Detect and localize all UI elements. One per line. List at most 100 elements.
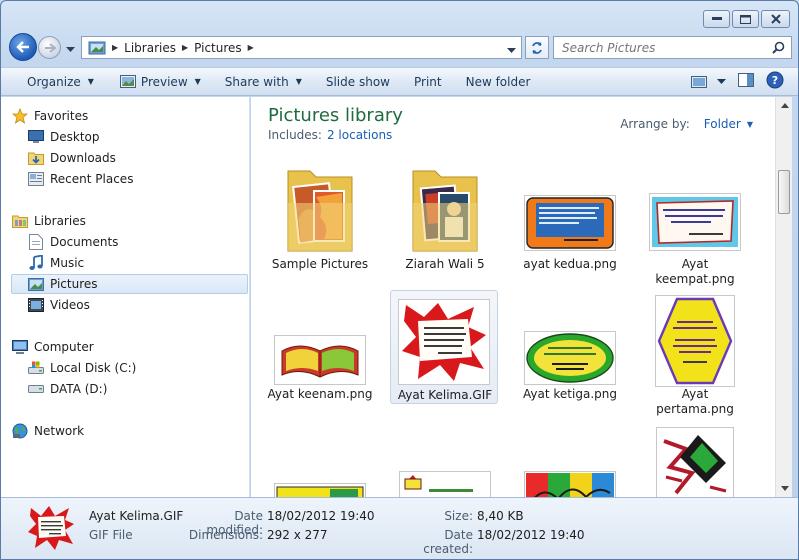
file-name: ayat kedua.png <box>523 257 617 271</box>
arrange-by-label: Arrange by: <box>620 117 690 131</box>
file-item[interactable]: Ayat keenam.png <box>266 291 374 413</box>
nav-music-label: Music <box>50 256 85 270</box>
new-folder-button[interactable]: New folder <box>456 70 541 93</box>
computer-icon <box>11 339 29 355</box>
breadcrumb-separator[interactable]: ▶ <box>112 43 118 52</box>
details-pane: Ayat Kelima.GIF GIF File Date modified: … <box>1 497 798 559</box>
share-with-button[interactable]: Share with ▼ <box>215 70 312 93</box>
file-item[interactable]: Ayat pertama.png <box>641 291 749 421</box>
change-view-button[interactable] <box>691 75 726 88</box>
nav-data-disk[interactable]: DATA (D:) <box>27 379 247 399</box>
nav-computer[interactable]: Computer <box>11 337 247 357</box>
image-thumbnail <box>398 299 490 385</box>
help-button[interactable]: ? <box>766 71 784 92</box>
nav-favorites-label: Favorites <box>34 109 89 123</box>
dimensions-label: Dimensions: <box>188 528 263 542</box>
file-item[interactable] <box>266 427 374 497</box>
scroll-up-button[interactable] <box>776 97 793 114</box>
nav-documents[interactable]: Documents <box>27 232 247 252</box>
file-item[interactable]: Ziarah Wali 5 <box>391 153 499 273</box>
file-name: Ayat keempat.png <box>655 257 735 286</box>
file-name: Sample Pictures <box>271 257 369 271</box>
arrange-by: Arrange by: Folder ▼ <box>620 117 753 131</box>
recent-places-icon <box>27 171 45 187</box>
nav-pictures[interactable]: Pictures <box>11 274 248 294</box>
chevron-down-icon: ▼ <box>87 77 94 86</box>
search-icon[interactable] <box>772 41 785 54</box>
star-icon <box>11 108 29 124</box>
recent-pages-dropdown[interactable] <box>66 42 75 56</box>
preview-pane-icon <box>738 73 754 87</box>
forward-button[interactable] <box>38 36 61 59</box>
file-item[interactable] <box>641 427 749 497</box>
search-box[interactable] <box>553 36 792 59</box>
file-item[interactable] <box>516 427 624 497</box>
dimensions-value: 292 x 277 <box>267 528 328 542</box>
refresh-button[interactable] <box>525 36 549 59</box>
selected-file-thumbnail <box>28 506 74 550</box>
pictures-icon <box>27 276 45 292</box>
nav-recent-places[interactable]: Recent Places <box>27 169 247 189</box>
file-item[interactable] <box>391 427 499 497</box>
scroll-down-button[interactable] <box>776 480 793 497</box>
refresh-icon <box>532 41 542 54</box>
print-button[interactable]: Print <box>404 70 452 93</box>
preview-button[interactable]: Preview ▼ <box>110 70 211 93</box>
arrow-left-icon <box>16 41 29 53</box>
music-icon <box>27 255 45 271</box>
share-with-label: Share with <box>224 74 289 89</box>
breadcrumb-pictures[interactable]: Pictures <box>194 41 242 55</box>
file-item[interactable]: ayat kedua.png <box>516 153 624 273</box>
image-thumbnail <box>524 331 616 385</box>
nav-local-disk[interactable]: Local Disk (C:) <box>27 358 247 378</box>
nav-music[interactable]: Music <box>27 253 247 273</box>
address-dropdown[interactable] <box>507 43 516 57</box>
maximize-button[interactable] <box>732 10 759 28</box>
search-input[interactable] <box>562 40 762 55</box>
image-thumbnail <box>655 295 735 387</box>
scrollbar-thumb[interactable] <box>778 170 790 214</box>
nav-local-disk-label: Local Disk (C:) <box>50 361 137 375</box>
nav-network[interactable]: Network <box>11 421 247 441</box>
vertical-scrollbar[interactable] <box>775 97 792 497</box>
image-thumbnail <box>524 195 616 251</box>
file-item-selected[interactable]: Ayat Kelima.GIF <box>390 290 498 404</box>
nav-desktop[interactable]: Desktop <box>27 127 247 147</box>
organize-button[interactable]: Organize ▼ <box>17 70 104 93</box>
breadcrumb-libraries[interactable]: Libraries <box>124 41 176 55</box>
command-bar: Organize ▼ Preview ▼ Share with ▼ Slide … <box>1 67 798 96</box>
preview-pane-button[interactable] <box>738 73 754 90</box>
arrow-right-icon <box>44 42 56 53</box>
nav-documents-label: Documents <box>50 235 119 249</box>
file-item[interactable]: Sample Pictures <box>266 153 374 273</box>
minimize-button[interactable] <box>703 10 730 28</box>
chevron-down-icon: ▼ <box>746 119 753 129</box>
nav-downloads-label: Downloads <box>50 151 116 165</box>
nav-favorites[interactable]: Favorites <box>11 106 247 126</box>
nav-videos[interactable]: Videos <box>27 295 247 315</box>
breadcrumb-separator[interactable]: ▶ <box>248 43 254 52</box>
address-bar[interactable]: ▶ Libraries ▶ Pictures ▶ <box>81 36 522 59</box>
close-button[interactable] <box>761 10 790 28</box>
back-button[interactable] <box>9 33 37 61</box>
file-item[interactable]: Ayat ketiga.png <box>516 291 624 413</box>
file-name: Ziarah Wali 5 <box>405 257 485 271</box>
desktop-icon <box>27 129 45 145</box>
videos-icon <box>27 297 45 313</box>
file-name: Ayat pertama.png <box>656 387 734 416</box>
file-item[interactable]: Ayat keempat.png <box>641 153 749 286</box>
navigation-bar: ▶ Libraries ▶ Pictures ▶ <box>9 33 792 61</box>
arrange-by-dropdown[interactable]: Folder <box>704 117 741 131</box>
slide-show-button[interactable]: Slide show <box>316 70 400 93</box>
locations-link[interactable]: 2 locations <box>327 128 392 142</box>
folder-icon <box>412 170 478 252</box>
folder-icon <box>287 170 353 252</box>
selected-file-type: GIF File <box>89 528 133 542</box>
navigation-pane: Favorites Desktop Downloads Recent Place… <box>1 97 250 497</box>
documents-icon <box>27 234 45 250</box>
nav-downloads[interactable]: Downloads <box>27 148 247 168</box>
breadcrumb-separator[interactable]: ▶ <box>182 43 188 52</box>
nav-libraries[interactable]: Libraries <box>11 211 247 231</box>
pictures-folder-icon <box>88 41 106 54</box>
new-folder-label: New folder <box>465 74 531 89</box>
